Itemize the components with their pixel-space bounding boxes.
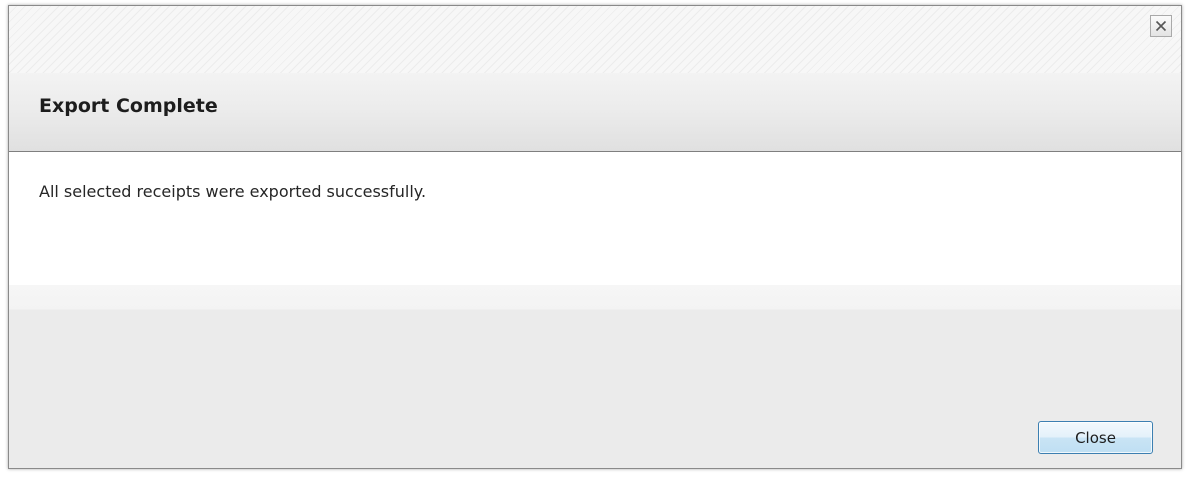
- dialog-footer: Close: [9, 285, 1181, 468]
- dialog-title: Export Complete: [39, 95, 218, 117]
- close-x-glyph: [1155, 20, 1167, 32]
- dialog-content: All selected receipts were exported succ…: [9, 152, 1181, 285]
- dialog-header: Export Complete: [9, 73, 1181, 152]
- export-complete-dialog: Export Complete All selected receipts we…: [8, 5, 1182, 469]
- close-button[interactable]: Close: [1038, 421, 1153, 454]
- close-icon[interactable]: [1150, 15, 1172, 37]
- dialog-message: All selected receipts were exported succ…: [39, 182, 427, 201]
- dialog-titlebar: [9, 6, 1181, 73]
